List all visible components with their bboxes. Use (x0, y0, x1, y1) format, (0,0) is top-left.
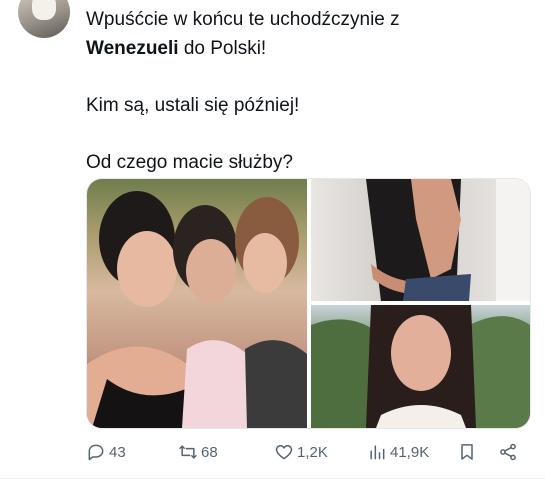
views-button[interactable]: 41,9K (367, 438, 429, 466)
cat-avatar-image (32, 0, 56, 20)
tweet-line-2-rest: do Polski! (178, 38, 267, 59)
share-button[interactable] (498, 438, 518, 466)
tweet-actions: 43 68 1,2K 41,9K (86, 438, 526, 466)
photo-woman-black-top-art (366, 179, 530, 301)
divider (0, 478, 545, 479)
reply-icon (88, 444, 104, 461)
reply-count: 43 (109, 443, 126, 461)
like-count: 1,2K (297, 443, 328, 461)
bookmark-icon (461, 444, 473, 460)
tweet-line-3: Kim są, ustali się później! (86, 95, 300, 116)
tweet-bold-word: Wenezueli (86, 38, 179, 59)
photo-woman-black-top[interactable] (311, 179, 530, 301)
photo-woman-outdoors-art (311, 305, 530, 428)
views-icon (370, 445, 385, 460)
tweet-line-2: Wenezueli do Polski! (86, 34, 266, 63)
avatar[interactable] (18, 0, 70, 38)
bookmark-button[interactable] (457, 438, 477, 466)
like-button[interactable]: 1,2K (274, 438, 328, 466)
reply-button[interactable]: 43 (86, 438, 126, 466)
media-grid (86, 178, 531, 429)
photo-woman-outdoors[interactable] (311, 305, 530, 428)
photo-three-women-art (87, 191, 307, 428)
share-icon (500, 443, 516, 461)
heart-icon (275, 445, 293, 460)
tweet-line-4: Od czego macie służby? (86, 152, 293, 173)
retweet-count: 68 (201, 443, 218, 461)
retweet-button[interactable]: 68 (178, 438, 218, 466)
views-count: 41,9K (390, 443, 430, 461)
photo-three-women[interactable] (87, 179, 307, 428)
retweet-icon (179, 445, 197, 459)
tweet-line-1: Wpuśćcie w końcu te uchodźczynie z (86, 9, 400, 30)
